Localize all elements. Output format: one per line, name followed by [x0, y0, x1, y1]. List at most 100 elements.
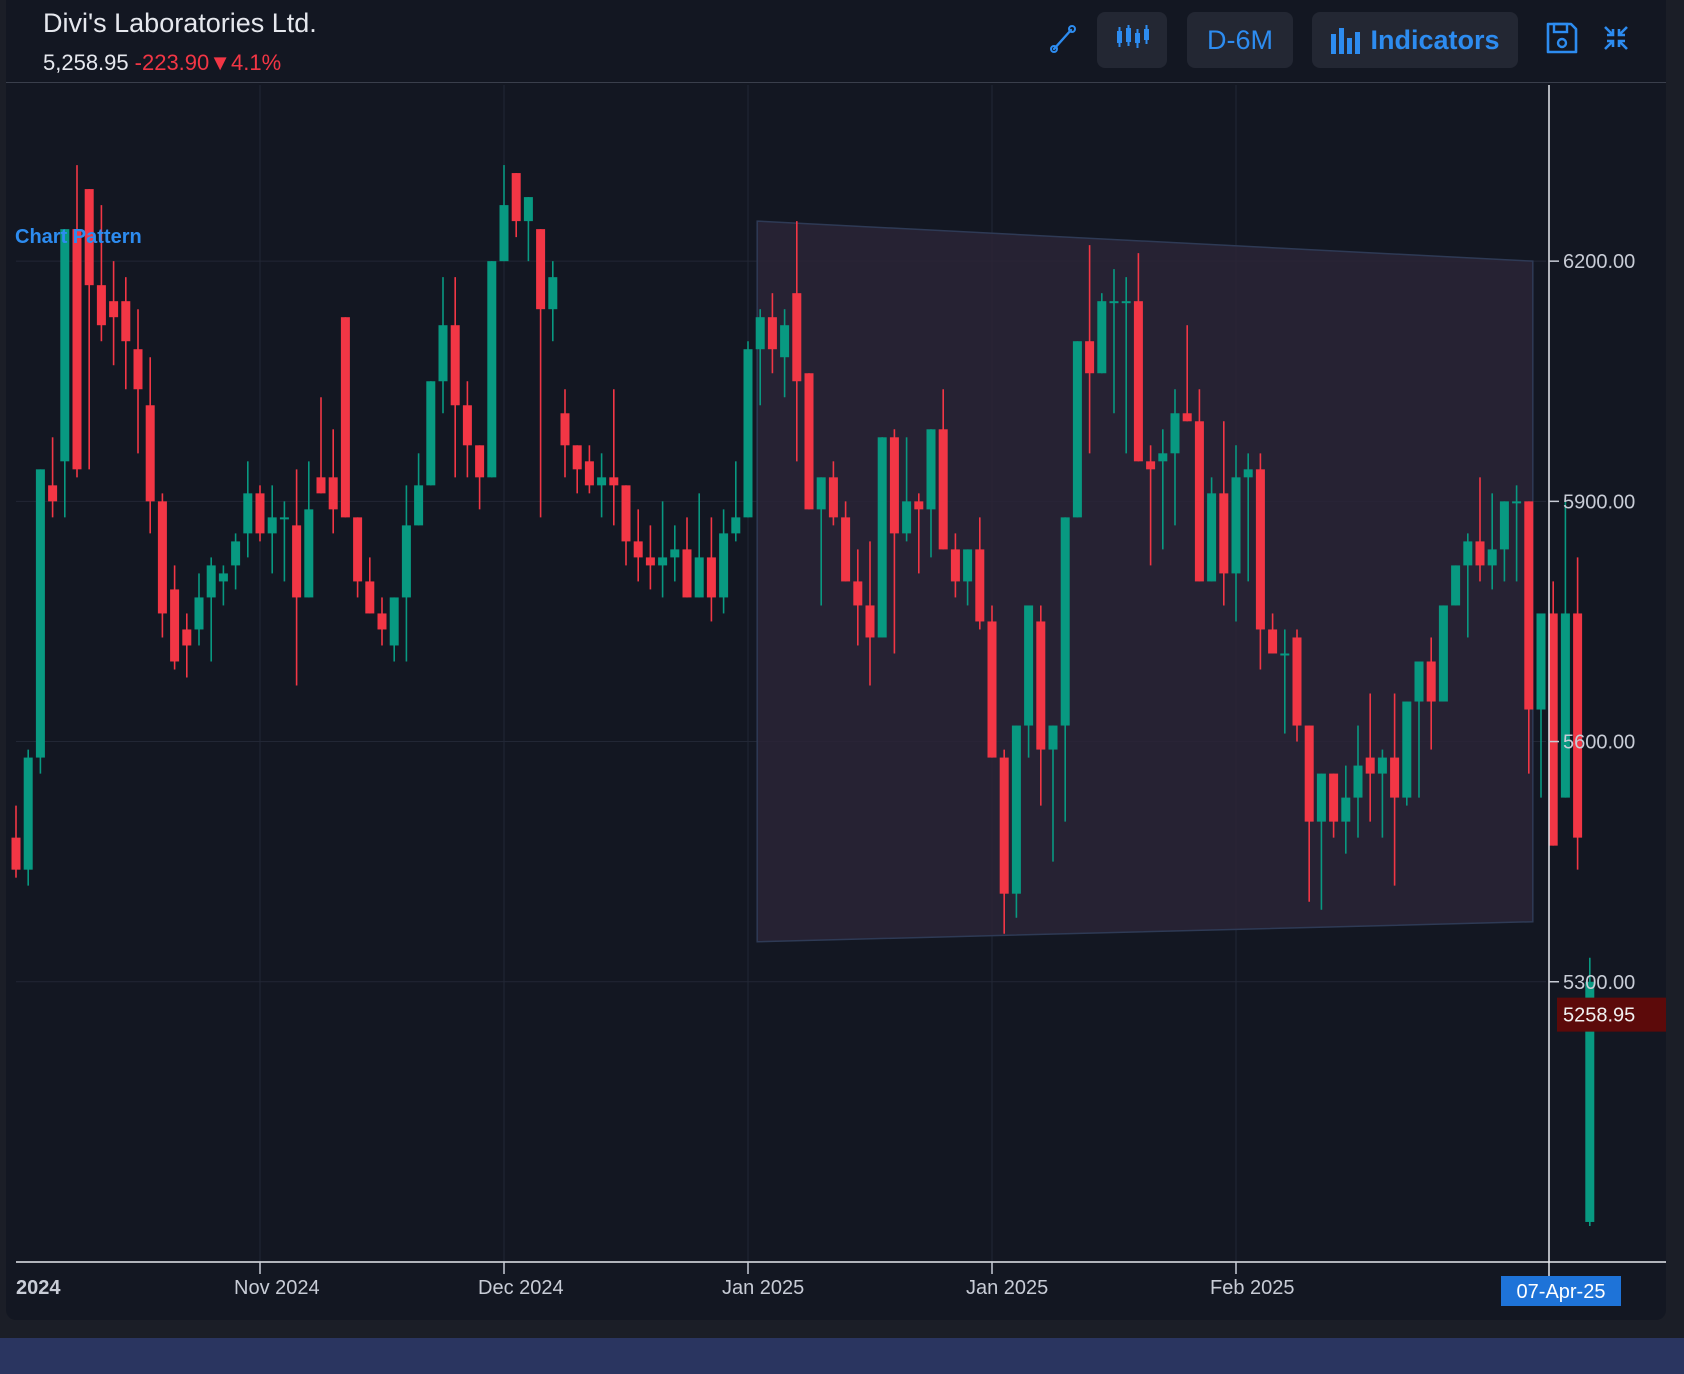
candle-body — [267, 517, 277, 534]
candle-body — [1146, 461, 1156, 470]
quote-line: 5,258.95 -223.90▼4.1% — [43, 50, 281, 76]
candle-body — [1353, 765, 1363, 798]
candle-body — [1011, 725, 1021, 894]
candle-body — [572, 445, 582, 470]
candle-body — [1499, 501, 1509, 550]
last-price-label: 5258.95 — [1563, 1005, 1635, 1027]
bottom-bar — [0, 1338, 1684, 1374]
chart-pattern-channel[interactable] — [756, 220, 1534, 943]
x-tick-label: Dec 2024 — [478, 1277, 564, 1299]
candle-body — [1109, 301, 1119, 304]
candle-body — [304, 509, 314, 598]
candle-body — [694, 557, 704, 598]
candle-body — [426, 381, 436, 486]
price-chart[interactable]: 6200.00 5900.00 5600.00 5300.00 2024 Nov 202… — [6, 0, 1666, 1320]
chart-panel: 6200.00 5900.00 5600.00 5300.00 2024 Nov 202… — [6, 0, 1666, 1320]
candle-body — [1341, 797, 1351, 822]
candle-body — [1426, 661, 1436, 702]
candle-body — [1121, 301, 1131, 304]
candle-body — [609, 477, 619, 486]
candle-body — [1451, 565, 1461, 606]
candle-body — [109, 301, 119, 318]
candle-body — [719, 533, 729, 598]
candle-body — [487, 261, 497, 478]
y-tick-label: 5300.00 — [1563, 972, 1635, 994]
draw-tool-button[interactable] — [1042, 18, 1086, 62]
collapse-button[interactable] — [1594, 18, 1638, 62]
candle-body — [1402, 701, 1412, 798]
last-price-marker: 5258.95 — [1557, 997, 1666, 1032]
candle-body — [1475, 541, 1485, 566]
chart-pattern-label[interactable]: Chart Pattern — [15, 226, 142, 248]
candle-body — [1573, 613, 1583, 838]
candle-body — [194, 597, 204, 630]
candle-body — [1024, 605, 1034, 726]
candle-body — [877, 437, 887, 638]
candle-body — [1329, 773, 1339, 822]
candle-body — [621, 485, 631, 542]
candle-body — [523, 197, 533, 222]
candle-body — [1548, 613, 1558, 846]
y-tick-label: 6200.00 — [1563, 251, 1635, 273]
candle-body — [1085, 341, 1095, 374]
candle-body — [1316, 773, 1326, 822]
candlestick-icon — [1114, 22, 1150, 59]
interval-button[interactable]: D-6M — [1187, 12, 1293, 68]
candle-body — [658, 557, 668, 566]
candle-body — [1036, 621, 1046, 750]
candle-body — [865, 605, 875, 638]
candle-body — [1365, 757, 1375, 774]
candle-body — [1438, 605, 1448, 702]
candle-body — [121, 301, 131, 342]
candle-body — [536, 229, 546, 310]
candle-body — [804, 373, 814, 510]
page-title: Divi's Laboratories Ltd. — [43, 8, 317, 38]
candle-body — [914, 501, 924, 510]
candle-body — [1536, 613, 1546, 710]
candle-body — [1048, 725, 1058, 750]
candle-body — [353, 517, 363, 582]
candle-body — [706, 557, 716, 598]
candle-body — [1231, 477, 1241, 574]
candle-body — [889, 437, 899, 534]
candle-body — [633, 541, 643, 558]
x-tick-label: Feb 2025 — [1210, 1277, 1295, 1299]
candle-body — [96, 285, 106, 326]
candle-body — [243, 493, 253, 534]
candle-body — [157, 501, 167, 614]
x-tick-label: Jan 2025 — [722, 1277, 804, 1299]
x-tick-label: Jan 2025 — [966, 1277, 1048, 1299]
candle-body — [23, 757, 33, 870]
candle-body — [853, 581, 863, 606]
candle-body — [731, 517, 741, 534]
indicators-button[interactable]: Indicators — [1312, 12, 1518, 68]
candle-body — [1219, 493, 1229, 574]
candle-body — [1268, 629, 1278, 654]
candle-body — [828, 477, 838, 518]
candle-body — [999, 757, 1009, 894]
candle-body — [231, 541, 241, 566]
floppy-disk-icon — [1544, 20, 1580, 61]
candle-body — [926, 429, 936, 510]
candle-body — [133, 349, 143, 390]
candle-body — [816, 477, 826, 510]
candle-body — [1060, 517, 1070, 726]
candle-body — [365, 581, 375, 614]
candle-body — [292, 525, 302, 598]
candle-body — [1304, 725, 1314, 822]
pen-line-icon — [1049, 23, 1079, 58]
candle-body — [1512, 501, 1522, 504]
chart-type-button[interactable] — [1097, 12, 1167, 68]
candle-body — [145, 405, 155, 502]
candle-body — [389, 597, 399, 646]
candle-body — [255, 493, 265, 534]
candle-body — [1524, 501, 1534, 710]
candle-body — [560, 413, 570, 446]
candle-body — [902, 501, 912, 534]
candle-body — [584, 461, 594, 486]
candle-body — [1072, 341, 1082, 518]
candle-body — [1255, 469, 1265, 630]
candle-body — [316, 477, 326, 494]
x-axis: 2024 Nov 2024 Dec 2024 Jan 2025 Jan 2025 Feb … — [16, 1262, 1621, 1306]
save-button[interactable] — [1540, 18, 1584, 62]
